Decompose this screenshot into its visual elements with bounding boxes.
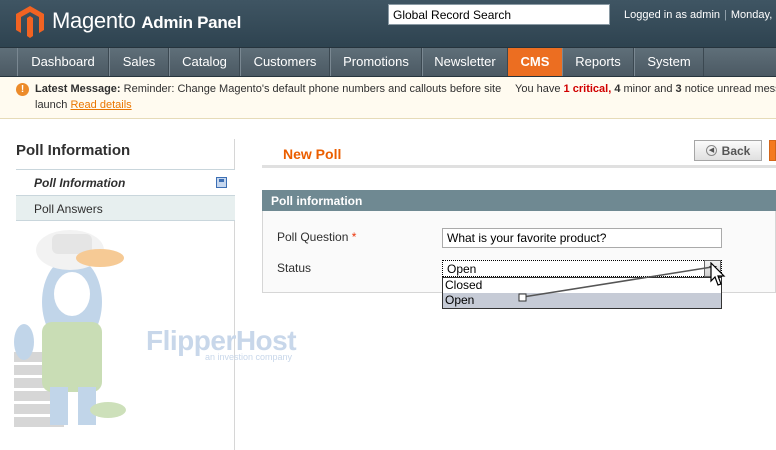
warning-icon: !	[16, 83, 29, 96]
nav-item-cms[interactable]: CMS	[508, 48, 562, 76]
back-arrow-icon: ◀	[706, 145, 717, 156]
back-button[interactable]: Back	[694, 140, 762, 161]
nav-item-newsletter[interactable]: Newsletter	[422, 48, 508, 76]
status-dropdown-list: Closed Open	[442, 277, 722, 309]
minor-label[interactable]: minor and	[624, 83, 673, 95]
logged-in-text: Logged in as admin	[624, 9, 721, 21]
poll-tabs: Poll Information Poll Answers	[16, 169, 235, 221]
status-label: Status	[277, 261, 312, 275]
status-option-closed[interactable]: Closed	[443, 278, 721, 293]
notice-prefix: You have	[515, 83, 561, 95]
mouse-cursor-icon	[710, 262, 726, 286]
poll-question-label: Poll Question *	[277, 230, 356, 244]
save-icon	[216, 177, 227, 188]
unread-notice: You have 1 critical, 4 minor and 3 notic…	[515, 83, 776, 95]
critical-label[interactable]: critical,	[573, 83, 612, 95]
tab-poll-answers[interactable]: Poll Answers	[16, 195, 235, 221]
sidebar-title: Poll Information	[16, 142, 131, 159]
app-subtitle-text: Admin Panel	[141, 13, 241, 32]
system-message-bar: ! Latest Message: Reminder: Change Magen…	[0, 77, 776, 119]
status-option-open[interactable]: Open	[443, 293, 721, 308]
latest-message-title: Latest Message:	[35, 83, 121, 95]
nav-item-catalog[interactable]: Catalog	[169, 48, 240, 76]
magento-logo-icon	[16, 6, 44, 38]
flipperhost-watermark-tagline: an investion company	[205, 352, 293, 362]
header-bar: Magento Admin Panel Logged in as admin|M…	[0, 0, 776, 47]
page-title: New Poll	[283, 146, 342, 162]
minor-count[interactable]: 4	[614, 83, 620, 95]
latest-message-text: Reminder: Change Magento's default phone…	[123, 83, 502, 95]
global-search-input[interactable]	[388, 4, 610, 25]
date-text: Monday,	[730, 9, 773, 21]
header-user-info: Logged in as admin | Monday,	[624, 9, 773, 21]
read-details-link[interactable]: Read details	[70, 99, 131, 111]
nav-item-dashboard[interactable]: Dashboard	[17, 48, 109, 76]
nav-item-promotions[interactable]: Promotions	[330, 48, 422, 76]
app-title-text: Magento	[52, 8, 136, 33]
main-nav: Dashboard Sales Catalog Customers Promot…	[0, 47, 776, 77]
fieldset-header: Poll information	[262, 190, 776, 211]
notice-label[interactable]: notice unread messa	[685, 83, 776, 95]
latest-message-line2: launch Read details	[35, 99, 132, 111]
latest-message-text-2: launch	[35, 99, 68, 111]
poll-question-label-text: Poll Question	[277, 230, 349, 244]
latest-message: Latest Message: Reminder: Change Magento…	[35, 83, 501, 95]
title-divider	[262, 165, 776, 168]
app-title[interactable]: Magento Admin Panel	[52, 8, 241, 34]
nav-item-reports[interactable]: Reports	[562, 48, 634, 76]
status-select[interactable]: Open	[442, 260, 722, 277]
poll-question-input[interactable]	[442, 228, 722, 248]
critical-count[interactable]: 1	[564, 83, 570, 95]
nav-item-system[interactable]: System	[634, 48, 704, 76]
notice-count[interactable]: 3	[676, 83, 682, 95]
nav-item-sales[interactable]: Sales	[109, 48, 169, 76]
flipperhost-mascot-image	[14, 230, 126, 427]
nav-item-customers[interactable]: Customers	[240, 48, 330, 76]
save-button-edge[interactable]	[769, 140, 776, 161]
tab-poll-answers-label: Poll Answers	[34, 202, 103, 216]
tab-poll-information-label: Poll Information	[34, 176, 126, 190]
required-mark: *	[351, 230, 357, 244]
tab-poll-information[interactable]: Poll Information	[16, 169, 235, 195]
